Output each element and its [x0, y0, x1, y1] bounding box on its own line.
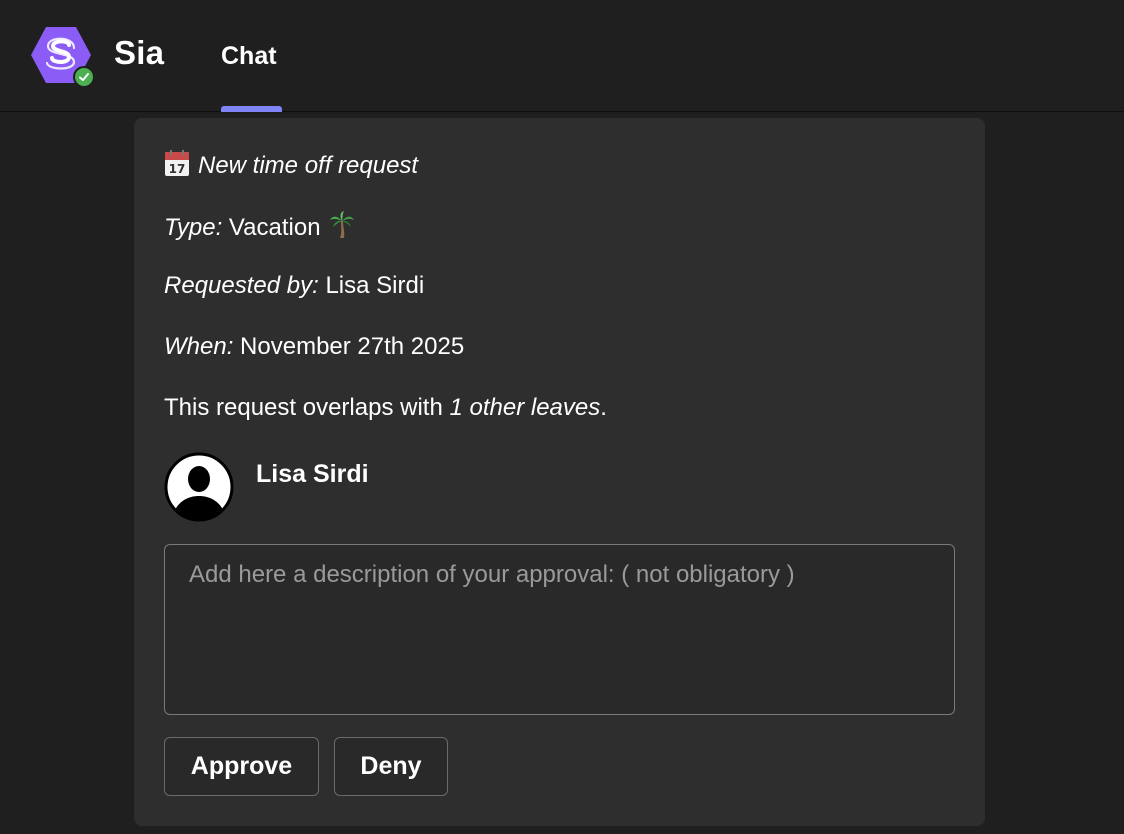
requested-by-value: Lisa Sirdi: [325, 272, 425, 299]
calendar-icon: 17: [164, 150, 190, 177]
card-title-row: 17 New time off request: [164, 150, 418, 180]
active-tab-indicator: [221, 106, 282, 112]
top-bar: Sia Chat: [0, 0, 1124, 112]
requested-by-label: Requested by:: [164, 272, 319, 299]
tab-chat-label: Chat: [221, 42, 277, 70]
requester-name: Lisa Sirdi: [256, 460, 369, 488]
svg-text:17: 17: [169, 162, 186, 176]
when-value: November 27th 2025: [240, 333, 465, 360]
type-label: Type:: [164, 214, 223, 241]
online-status-icon: [73, 66, 95, 88]
time-off-request-card: 17 New time off request Type: Vacation R…: [134, 118, 985, 826]
type-row: Type: Vacation: [164, 211, 355, 242]
card-title: New time off request: [198, 152, 419, 179]
overlap-row: This request overlaps with 1 other leave…: [164, 394, 607, 422]
palm-tree-icon: [329, 211, 355, 239]
requested-by-row: Requested by: Lisa Sirdi: [164, 272, 424, 300]
approval-description-input[interactable]: [164, 544, 955, 715]
overlap-suffix: .: [600, 394, 607, 421]
when-label: When:: [164, 333, 234, 360]
when-row: When: November 27th 2025: [164, 333, 464, 361]
overlap-prefix: This request overlaps with: [164, 394, 450, 421]
deny-button[interactable]: Deny: [334, 737, 448, 796]
app-name: Sia: [114, 34, 165, 71]
user-silhouette-icon[interactable]: [164, 452, 234, 522]
type-value: Vacation: [228, 214, 321, 241]
tab-chat[interactable]: Chat: [221, 0, 282, 112]
approve-button[interactable]: Approve: [164, 737, 319, 796]
overlap-count: 1 other leaves: [449, 394, 601, 421]
